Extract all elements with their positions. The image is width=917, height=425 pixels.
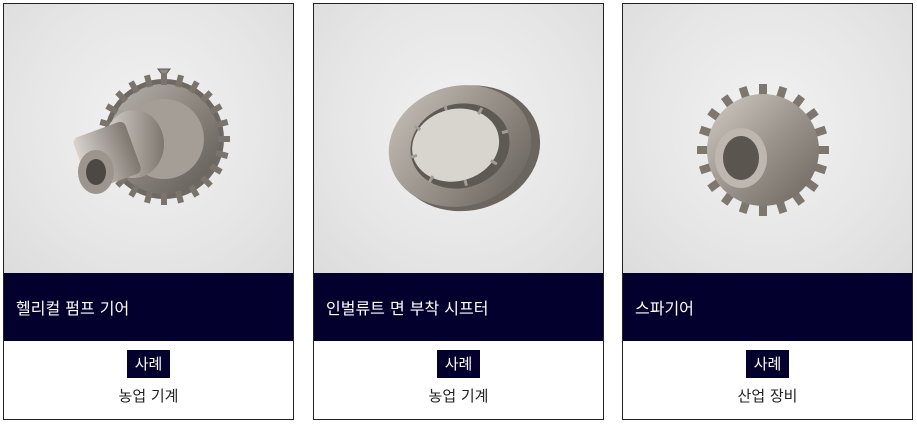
product-title: 인벌류트 면 부착 시프터 <box>314 273 603 341</box>
product-card[interactable]: 스파기어 사례 산업 장비 <box>622 3 913 420</box>
product-card[interactable]: 인벌류트 면 부착 시프터 사례 농업 기계 <box>313 3 604 420</box>
product-card[interactable]: 헬리컬 펌프 기어 사례 농업 기계 <box>3 3 294 420</box>
shifter-ring-image <box>314 4 603 273</box>
spur-gear-image <box>623 4 912 273</box>
product-info: 사례 산업 장비 <box>623 341 912 419</box>
product-info: 사례 농업 기계 <box>314 341 603 419</box>
helical-gear-image <box>4 4 293 273</box>
industry-label: 농업 기계 <box>118 387 179 405</box>
industry-label: 산업 장비 <box>737 387 798 405</box>
product-title: 헬리컬 펌프 기어 <box>4 273 293 341</box>
case-badge[interactable]: 사례 <box>745 350 790 378</box>
product-info: 사례 농업 기계 <box>4 341 293 419</box>
product-title: 스파기어 <box>623 273 912 341</box>
case-badge[interactable]: 사례 <box>126 350 171 378</box>
case-badge[interactable]: 사례 <box>436 350 481 378</box>
industry-label: 농업 기계 <box>428 387 489 405</box>
